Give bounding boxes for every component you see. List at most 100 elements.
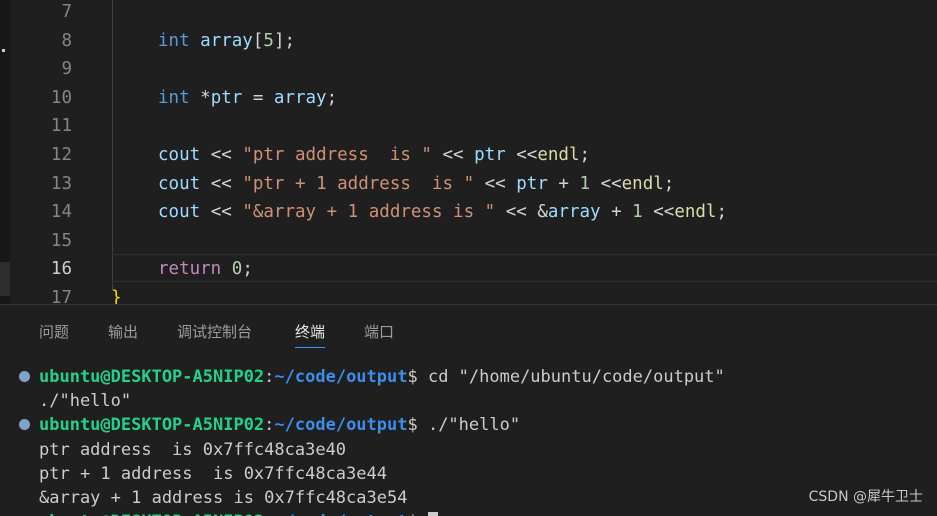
terminal-cursor bbox=[427, 512, 438, 516]
code-text: cout << "ptr + 1 address is " << ptr + 1… bbox=[158, 170, 674, 198]
code-token: int bbox=[158, 30, 190, 51]
code-token: ; bbox=[326, 87, 338, 108]
code-text: cout << "ptr address is " << ptr <<endl; bbox=[158, 141, 590, 169]
terminal-text: ./"hello" bbox=[39, 391, 132, 412]
code-line[interactable]: 7 bbox=[0, 0, 937, 26]
code-token: << bbox=[590, 173, 622, 194]
code-token: cout bbox=[158, 202, 201, 223]
terminal-text: ubuntu@DESKTOP-A5NIP02:~/code/output$ cd… bbox=[39, 365, 725, 389]
code-token: 1 bbox=[632, 202, 643, 223]
code-token: ptr bbox=[210, 87, 243, 108]
terminal-line: ptr address is 0x7ffc48ca3e40 bbox=[0, 438, 937, 462]
code-token: ; bbox=[579, 145, 591, 165]
line-number: 17 bbox=[50, 288, 72, 304]
tab-output[interactable]: 输出 bbox=[108, 317, 138, 351]
code-line[interactable]: 13 cout << "ptr + 1 address is " << ptr +… bbox=[0, 170, 937, 198]
code-token: = bbox=[242, 87, 274, 108]
code-token: "&array + 1 address is " bbox=[242, 202, 496, 223]
bottom-panel: 问题 输出 调试控制台 终端 端口 ubuntu@DESKTOP-A5NIP02… bbox=[0, 304, 937, 516]
tab-ports[interactable]: 端口 bbox=[364, 317, 394, 351]
tab-debug-console[interactable]: 调试控制台 bbox=[177, 317, 252, 351]
code-line[interactable]: 10 int *ptr = array; bbox=[0, 84, 937, 112]
prompt-user: ubuntu@DESKTOP-A5NIP02 bbox=[39, 367, 265, 387]
code-token: << bbox=[431, 145, 475, 165]
code-line[interactable]: 17} bbox=[0, 284, 937, 304]
code-token: endl bbox=[621, 173, 664, 194]
prompt-command: $ bbox=[407, 512, 427, 516]
code-token: cout bbox=[158, 173, 201, 194]
code-token: 1 bbox=[579, 173, 591, 194]
terminal-line: ubuntu@DESKTOP-A5NIP02:~/code/output$ cd… bbox=[0, 365, 937, 389]
code-token: << bbox=[200, 145, 243, 165]
prompt-path: ~/code/output bbox=[274, 367, 408, 387]
code-token: + bbox=[600, 202, 633, 223]
prompt-command: $ cd "/home/ubuntu/code/output" bbox=[407, 367, 725, 387]
code-token: 5 bbox=[263, 30, 274, 51]
line-number: 10 bbox=[50, 87, 72, 108]
code-line[interactable]: 16 return 0; bbox=[0, 255, 937, 283]
command-status-dot-icon[interactable] bbox=[19, 419, 30, 431]
line-number: 11 bbox=[50, 116, 72, 137]
prompt-separator: : bbox=[264, 415, 275, 436]
prompt-path: ~/code/output bbox=[274, 512, 407, 516]
terminal-text: ptr address is 0x7ffc48ca3e40 bbox=[39, 439, 347, 460]
terminal-text: ubuntu@DESKTOP-A5NIP02:~/code/output$ ./… bbox=[39, 413, 520, 437]
code-token: << bbox=[200, 173, 243, 194]
terminal-text: &array + 1 address is 0x7ffc48ca3e54 bbox=[39, 488, 408, 508]
code-line[interactable]: 12 cout << "ptr address is " << ptr <<end… bbox=[0, 141, 937, 169]
line-number: 7 bbox=[61, 2, 72, 22]
code-token: ptr bbox=[474, 145, 506, 165]
code-text: int *ptr = array; bbox=[158, 84, 337, 112]
code-token: ; bbox=[663, 173, 675, 194]
code-editor[interactable]: 7 8 int array[5]; 9 10 int *ptr = array; 11 12 c… bbox=[0, 0, 937, 304]
terminal-line: ptr + 1 address is 0x7ffc48ca3e44 bbox=[0, 462, 937, 486]
line-number: 15 bbox=[50, 230, 72, 251]
code-token: "ptr + 1 address is " bbox=[242, 173, 475, 194]
code-line[interactable]: 15 bbox=[0, 227, 937, 255]
code-token: int bbox=[158, 87, 190, 108]
code-token: << & bbox=[495, 202, 548, 223]
code-text: cout << "&array + 1 address is " << &arr… bbox=[158, 198, 727, 226]
code-text: } bbox=[111, 284, 122, 304]
code-token: 0 bbox=[231, 259, 243, 280]
terminal-line: ./"hello" bbox=[0, 389, 937, 413]
code-token: ; bbox=[242, 259, 253, 280]
code-token: * bbox=[189, 87, 211, 108]
line-number: 8 bbox=[61, 30, 72, 51]
code-text: int array[5]; bbox=[158, 27, 295, 55]
tab-terminal[interactable]: 终端 bbox=[295, 317, 326, 351]
code-line[interactable]: 9 bbox=[0, 55, 937, 83]
code-text: return 0; bbox=[158, 255, 253, 283]
prompt-user: ubuntu@DESKTOP-A5NIP02 bbox=[39, 512, 264, 516]
code-token: endl bbox=[674, 202, 717, 223]
code-token: + bbox=[547, 173, 580, 194]
prompt-separator: : bbox=[264, 512, 274, 516]
code-token: [ bbox=[252, 30, 264, 51]
terminal-line: ubuntu@DESKTOP-A5NIP02:~/code/output$ ./… bbox=[0, 413, 937, 437]
code-token: array bbox=[273, 87, 327, 108]
code-line[interactable]: 14 cout << "&array + 1 address is " << &a… bbox=[0, 198, 937, 226]
tab-problems[interactable]: 问题 bbox=[39, 317, 69, 351]
code-token: return bbox=[158, 259, 222, 280]
code-token: << bbox=[474, 173, 517, 194]
code-token: << bbox=[505, 145, 538, 165]
line-number: 16 bbox=[50, 259, 72, 280]
prompt-command: $ ./"hello" bbox=[407, 415, 521, 436]
line-number: 14 bbox=[50, 202, 72, 223]
command-status-dot-icon[interactable] bbox=[19, 371, 30, 382]
code-token: ptr bbox=[516, 173, 548, 194]
code-token: array bbox=[200, 30, 253, 51]
prompt-path: ~/code/output bbox=[274, 415, 408, 436]
code-line[interactable]: 8 int array[5]; bbox=[0, 27, 937, 55]
code-token: cout bbox=[158, 145, 201, 165]
code-token: ; bbox=[716, 202, 728, 223]
code-line[interactable]: 11 bbox=[0, 112, 937, 140]
code-token: << bbox=[642, 202, 675, 223]
code-token: array bbox=[547, 202, 601, 223]
code-token: ]; bbox=[273, 30, 296, 51]
watermark: CSDN @犀牛卫士 bbox=[808, 489, 923, 505]
code-token: << bbox=[200, 202, 243, 223]
line-number: 12 bbox=[50, 145, 72, 165]
